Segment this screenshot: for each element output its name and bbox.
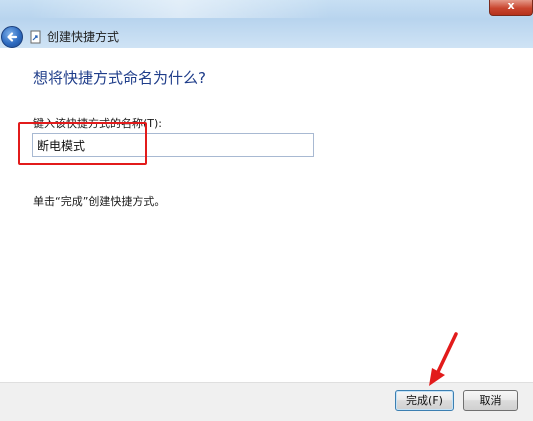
shortcut-name-input[interactable] (32, 133, 314, 157)
close-button[interactable]: x (489, 0, 533, 16)
red-arrow-annotation (429, 332, 458, 386)
close-icon: x (507, 0, 515, 12)
window-title: 创建快捷方式 (47, 30, 120, 44)
cancel-button[interactable]: 取消 (463, 390, 518, 411)
shortcut-wizard-icon (30, 30, 41, 44)
title-bar-glass (30, 0, 330, 18)
back-button[interactable] (1, 26, 23, 48)
instruction-text: 单击“完成”创建快捷方式。 (33, 195, 166, 208)
shortcut-name-label: 键入该快捷方式的名称(T): (33, 117, 163, 130)
page-heading: 想将快捷方式命名为什么? (33, 69, 206, 87)
back-arrow-icon (7, 32, 18, 42)
finish-button[interactable]: 完成(F) (395, 390, 454, 411)
